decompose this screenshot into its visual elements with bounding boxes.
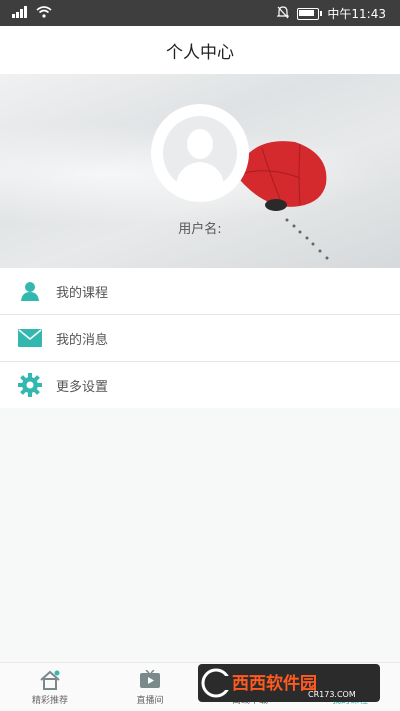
menu-item-my-messages[interactable]: 我的消息 — [0, 315, 400, 362]
tab-label: 精彩推荐 — [31, 695, 68, 706]
mail-icon — [16, 324, 44, 352]
house-icon — [39, 669, 61, 691]
watermark-subtext: CR173.COM — [308, 690, 356, 699]
tab-recommend[interactable]: 精彩推荐 — [0, 663, 100, 711]
gear-icon — [16, 371, 44, 399]
menu-item-label: 我的消息 — [56, 332, 109, 348]
menu-item-more-settings[interactable]: 更多设置 — [0, 362, 400, 408]
status-bar: 中午11:43 — [0, 0, 400, 26]
avatar[interactable] — [151, 104, 249, 202]
tab-label: 直播间 — [136, 695, 164, 706]
wifi-icon — [36, 6, 52, 21]
watermark-text: 西西软件园 — [232, 673, 317, 694]
username-label: 用户名: — [178, 222, 222, 237]
menu-item-my-courses[interactable]: 我的课程 — [0, 268, 400, 315]
mute-icon — [276, 5, 290, 22]
signal-icon — [12, 6, 30, 21]
status-right: 中午11:43 — [276, 5, 386, 22]
avatar-placeholder-icon — [163, 116, 237, 190]
profile-menu: 我的课程 我的消息 更多设置 — [0, 268, 400, 408]
tv-play-icon — [139, 669, 161, 691]
tab-live[interactable]: 直播间 — [100, 663, 200, 711]
status-time: 中午11:43 — [327, 7, 386, 21]
site-watermark: 西西软件园 CR173.COM — [198, 664, 380, 702]
battery-icon — [297, 7, 323, 20]
status-left — [12, 6, 52, 21]
header: 个人中心 — [0, 26, 400, 74]
menu-item-label: 我的课程 — [56, 285, 109, 301]
page-title: 个人中心 — [166, 42, 234, 63]
user-icon — [16, 277, 44, 305]
menu-item-label: 更多设置 — [56, 379, 109, 395]
profile-banner: 用户名: — [0, 74, 400, 268]
